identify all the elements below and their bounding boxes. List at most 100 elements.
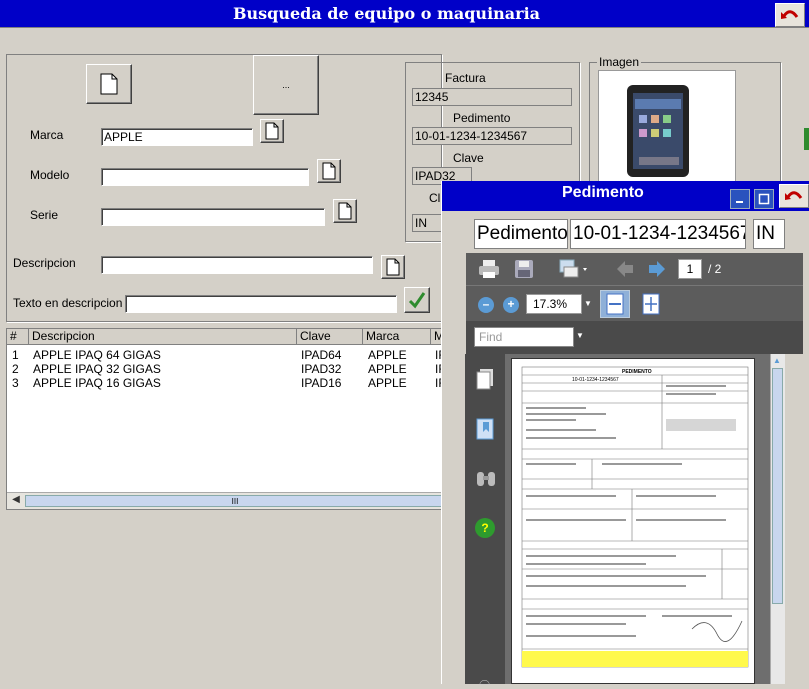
- pedimento-label: Pedimento: [453, 111, 511, 125]
- pedimento-undo-button[interactable]: [779, 184, 809, 208]
- row-descripcion[interactable]: APPLE IPAQ 64 GIGAS: [33, 348, 161, 362]
- row-marca[interactable]: APPLE: [368, 362, 407, 376]
- scroll-thumb[interactable]: III: [25, 495, 445, 507]
- pedimento-code-field: IN: [753, 219, 785, 249]
- undo-button[interactable]: [775, 3, 805, 27]
- descripcion-label: Descripcion: [13, 256, 76, 270]
- pdf-sidebar: ? ⌓: [465, 354, 505, 688]
- row-number[interactable]: 3: [12, 376, 19, 390]
- pdf-zoom-toolbar: – + 17.3% ▼: [466, 285, 803, 321]
- image-browse-label: ...: [282, 80, 290, 90]
- share-icon[interactable]: [558, 258, 590, 280]
- row-clave[interactable]: IPAD16: [301, 376, 341, 390]
- tablet-icon: [627, 85, 689, 177]
- descripcion-input[interactable]: [101, 256, 373, 274]
- next-page-icon[interactable]: [647, 260, 667, 278]
- cl-label: Cl: [429, 191, 441, 205]
- pdf-vertical-scrollbar[interactable]: ▲: [770, 354, 785, 684]
- pedimento-window-title: Pedimento: [562, 184, 644, 201]
- serie-input[interactable]: [101, 208, 325, 226]
- binoculars-icon[interactable]: [475, 470, 497, 491]
- marca-input[interactable]: APPLE: [101, 128, 253, 146]
- pdf-page-content: PEDIMENTO 10-01-1234-1234567: [512, 359, 754, 683]
- zoom-out-icon[interactable]: –: [478, 297, 494, 313]
- pdf-scroll-thumb[interactable]: [772, 368, 783, 604]
- pages-panel-icon[interactable]: [475, 368, 495, 393]
- row-number[interactable]: 2: [12, 362, 19, 376]
- doc-number-text: 10-01-1234-1234567: [572, 377, 619, 383]
- find-options-icon[interactable]: ▼: [576, 331, 584, 340]
- fit-width-icon: [606, 293, 624, 315]
- row-number[interactable]: 1: [12, 348, 19, 362]
- maximize-button[interactable]: [754, 189, 774, 209]
- zoom-level-select[interactable]: 17.3%: [526, 294, 582, 314]
- modelo-lookup-button[interactable]: [317, 159, 341, 183]
- document-icon: [338, 202, 352, 220]
- maximize-icon: [758, 193, 770, 205]
- search-confirm-button[interactable]: [404, 287, 430, 313]
- print-icon[interactable]: [478, 259, 500, 279]
- minimize-icon: [736, 201, 743, 203]
- serie-lookup-button[interactable]: [333, 199, 357, 223]
- save-icon[interactable]: [514, 259, 536, 279]
- image-browse-button[interactable]: ...: [253, 55, 319, 115]
- scroll-left-icon[interactable]: ◀: [9, 494, 23, 508]
- pdf-find-bar: Find ▼: [466, 321, 803, 354]
- row-descripcion[interactable]: APPLE IPAQ 32 GIGAS: [33, 362, 161, 376]
- zoom-in-icon[interactable]: +: [503, 297, 519, 313]
- texto-descripcion-input[interactable]: [125, 295, 397, 313]
- page-total: / 2: [708, 262, 722, 276]
- pedimento-number-field: 10-01-1234-1234567: [570, 219, 746, 249]
- descripcion-lookup-button[interactable]: [381, 255, 405, 279]
- fit-width-button[interactable]: [600, 290, 630, 318]
- page-number-input[interactable]: 1: [678, 259, 702, 279]
- results-table[interactable]: # Descripcion Clave Marca M 1 APPLE IPAQ…: [6, 328, 446, 510]
- attachment-icon[interactable]: ⌓: [479, 672, 490, 689]
- column-header[interactable]: Clave: [297, 329, 363, 345]
- marca-label: Marca: [30, 128, 64, 142]
- fit-page-icon[interactable]: [638, 291, 664, 317]
- document-icon: [322, 162, 336, 180]
- serie-label: Serie: [30, 208, 59, 222]
- pdf-page: PEDIMENTO 10-01-1234-1234567: [511, 358, 755, 684]
- row-marca[interactable]: APPLE: [368, 348, 407, 362]
- factura-label: Factura: [445, 71, 486, 85]
- row-clave[interactable]: IPAD32: [301, 362, 341, 376]
- factura-field: 12345: [412, 88, 572, 106]
- pdf-toolbar: 1 / 2: [466, 253, 803, 285]
- document-icon: [100, 73, 118, 95]
- minimize-button[interactable]: [730, 189, 750, 209]
- title-bar: Busqueda de equipo o maquinaria: [0, 0, 809, 28]
- undo-arrow-icon: [781, 10, 799, 19]
- column-header[interactable]: Descripcion: [29, 329, 297, 345]
- column-header[interactable]: Marca: [363, 329, 431, 345]
- pdf-form-lines: [521, 366, 749, 668]
- checkmark-icon: [408, 292, 426, 309]
- row-clave[interactable]: IPAD64: [301, 348, 341, 362]
- modelo-label: Modelo: [30, 168, 70, 182]
- new-document-button[interactable]: [86, 64, 132, 104]
- imagen-label: Imagen: [597, 55, 642, 69]
- row-descripcion[interactable]: APPLE IPAQ 16 GIGAS: [33, 376, 161, 390]
- find-input[interactable]: Find: [474, 327, 574, 347]
- help-icon[interactable]: ?: [475, 518, 495, 538]
- bookmarks-icon[interactable]: [475, 418, 495, 445]
- chevron-down-icon[interactable]: ▼: [584, 299, 594, 309]
- pedimento-label-field: Pedimento: [474, 219, 568, 249]
- doc-header-text: PEDIMENTO: [622, 369, 652, 375]
- document-icon: [386, 258, 400, 276]
- clave-label: Clave: [453, 151, 484, 165]
- row-marca[interactable]: APPLE: [368, 376, 407, 390]
- accent-edge: [804, 128, 809, 150]
- pedimento-field: 10-01-1234-1234567: [412, 127, 572, 145]
- product-image: [598, 70, 736, 182]
- window-title: Busqueda de equipo o maquinaria: [232, 4, 541, 23]
- horizontal-scrollbar[interactable]: ◀ III: [7, 492, 445, 509]
- scroll-up-icon[interactable]: ▲: [773, 356, 781, 365]
- modelo-input[interactable]: [101, 168, 309, 186]
- previous-page-icon[interactable]: [615, 260, 635, 278]
- undo-arrow-icon: [785, 191, 803, 200]
- marca-lookup-button[interactable]: [260, 119, 284, 143]
- document-icon: [265, 122, 279, 140]
- column-header[interactable]: #: [7, 329, 29, 345]
